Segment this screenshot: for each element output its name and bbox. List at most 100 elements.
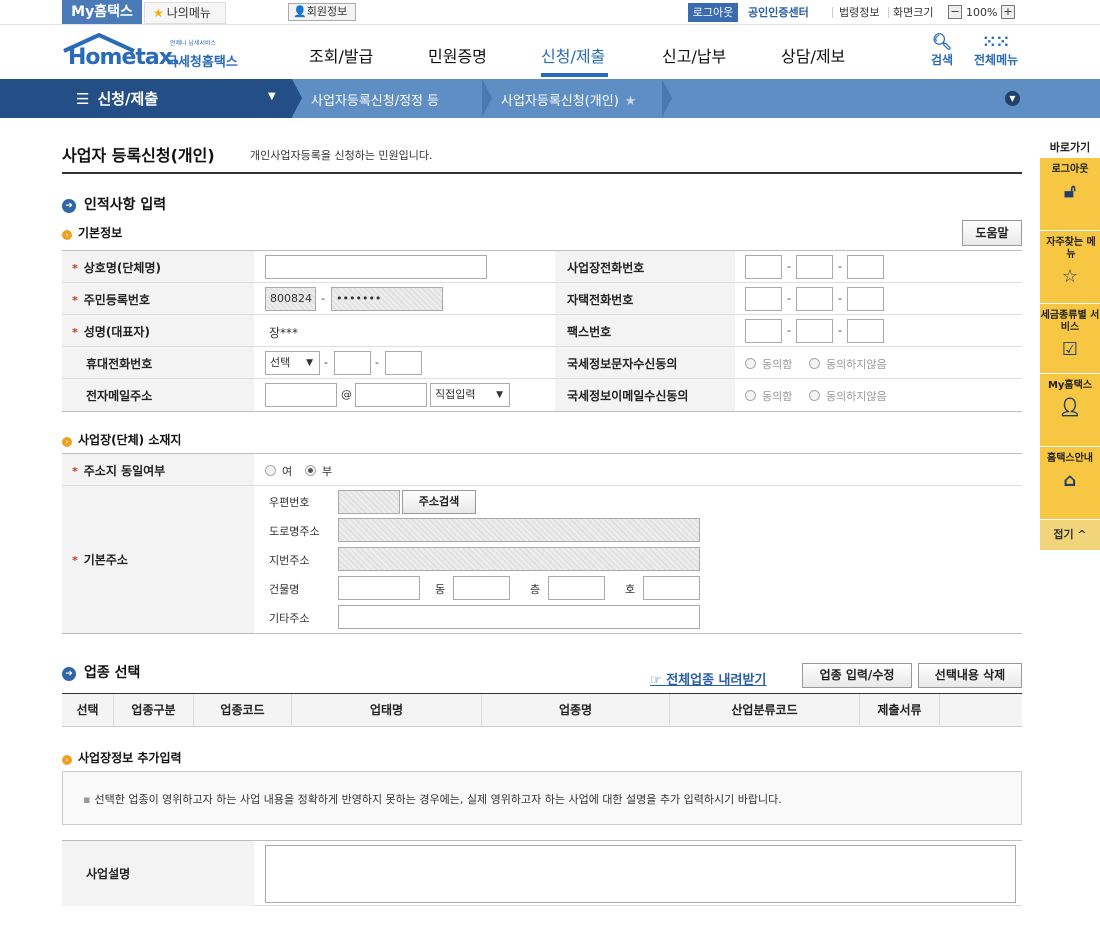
label-column [62, 454, 254, 633]
section-category: ➜ 업종 선택 [62, 662, 140, 682]
gnb-application[interactable]: 신청/제출 [541, 43, 605, 67]
floor-input[interactable] [548, 576, 605, 600]
home-tel-3[interactable] [847, 287, 884, 311]
search-button[interactable]: 🔍︎ 검색 [931, 33, 953, 68]
dash: - [838, 292, 842, 305]
etc-address-input[interactable] [338, 605, 700, 629]
dash: - [787, 292, 791, 305]
fax-3[interactable] [847, 319, 884, 343]
row-divider [62, 485, 1022, 486]
lot-address-label: 지번주소 [269, 554, 310, 567]
user-icon: 👤︎ [1058, 397, 1082, 418]
my-menu-tab[interactable]: ★ 나의메뉴 [144, 2, 226, 24]
site-header: 언제나 납세서비스 Hometax. 국세청홈택스 조회/발급 민원증명 신청/… [0, 25, 1100, 79]
fax-1[interactable] [745, 319, 782, 343]
gnb-filing[interactable]: 신고/납부 [662, 43, 726, 67]
person-icon: 👤 [293, 5, 307, 18]
home-tel-2[interactable] [796, 287, 833, 311]
help-button[interactable]: 도움말 [962, 220, 1022, 246]
member-info-button[interactable]: 👤회원정보 [288, 3, 356, 21]
biz-tel-2[interactable] [796, 255, 833, 279]
section-personal: ➜ 인적사항 입력 [62, 194, 166, 214]
separator [832, 7, 833, 18]
zoom-in-button[interactable]: + [1001, 5, 1015, 19]
business-description-textarea[interactable] [265, 845, 1016, 903]
arrow-dot-icon: › [62, 755, 72, 765]
road-address-field [338, 518, 700, 542]
my-hometax-tab[interactable]: My홈택스 [62, 0, 142, 24]
dash: - [321, 292, 325, 305]
search-icon: 🔍︎ [931, 32, 953, 51]
gnb-certificates[interactable]: 민원증명 [428, 43, 487, 67]
gnb-inquiry[interactable]: 조회/발급 [309, 43, 373, 67]
fax-2[interactable] [796, 319, 833, 343]
address-search-button[interactable]: 주소검색 [402, 490, 476, 514]
email-disagree-radio[interactable] [809, 390, 820, 401]
unlock-icon: 🔓︎ [1064, 181, 1076, 202]
fold-button[interactable]: 접기 ^ [1040, 520, 1100, 550]
company-name-input[interactable] [265, 255, 487, 279]
logout-button[interactable]: 로그아웃 [688, 3, 738, 22]
sms-agree-label: 국세정보문자수신동의 [567, 357, 678, 371]
same-yes-text: 여 [282, 465, 293, 478]
my-menu-label: 나의메뉴 [166, 6, 211, 20]
address-table: * 주소지 동일여부 여 부 * 기본주소 우편번호 주소검색 도로명주소 지번주소… [62, 453, 1022, 634]
download-all-categories-link[interactable]: ☞ 전체업종 내려받기 [650, 669, 766, 688]
row-divider [62, 411, 1022, 412]
email-id-input[interactable] [265, 383, 337, 407]
gnb-consult[interactable]: 상담/제보 [781, 43, 845, 67]
same-no-radio[interactable] [305, 465, 316, 476]
caret-down-icon: ▼ [306, 358, 313, 368]
ho-input[interactable] [643, 576, 700, 600]
breadcrumb-1[interactable]: 사업자등록신청/정정 등 [311, 90, 439, 109]
email-domain-input[interactable] [355, 383, 427, 407]
hometax-logo[interactable]: 언제나 납세서비스 Hometax. 국세청홈택스 [62, 31, 252, 75]
email-agree-radio[interactable] [745, 390, 756, 401]
location-root[interactable]: ☰ 신청/제출 ▼ [0, 79, 292, 118]
col-category-name: 업종명 [482, 694, 670, 727]
dong-input[interactable] [453, 576, 510, 600]
quick-hometax-guide[interactable]: 홈택스안내 ⌂ [1040, 447, 1100, 520]
favorite-star-icon[interactable]: ★ [625, 94, 637, 109]
mobile-2[interactable] [334, 351, 371, 375]
delete-selection-button[interactable]: 선택내용 삭제 [918, 663, 1022, 688]
email-domain-select[interactable]: 직접입력 ▼ [430, 383, 510, 407]
top-utility-bar: My홈택스 ★ 나의메뉴 👤회원정보 로그아웃 공인인증센터 법령정보 화면크기 … [0, 0, 1100, 25]
sms-agree-text: 동의함 [762, 358, 793, 371]
biz-tel-1[interactable] [745, 255, 782, 279]
dash: - [787, 324, 791, 337]
col-industry-code: 산업분류코드 [670, 694, 860, 727]
road-address-label: 도로명주소 [269, 525, 320, 538]
quick-favorites[interactable]: 자주찾는 메뉴 ☆ [1040, 231, 1100, 304]
caret-down-icon: ▼ [496, 390, 503, 400]
category-edit-button[interactable]: 업종 입력/수정 [802, 663, 912, 688]
representative-name: 장*** [269, 326, 299, 340]
subsection-address: › 사업장(단체) 소재지 [62, 431, 181, 448]
breadcrumb-2[interactable]: 사업자등록신청(개인) ★ [501, 90, 636, 109]
zoom-out-button[interactable]: − [948, 5, 962, 19]
building-label: 건물명 [269, 583, 300, 596]
building-input[interactable] [338, 576, 420, 600]
grid-icon: ⁙⁙ [982, 32, 1010, 51]
mobile-prefix-select[interactable]: 선택 ▼ [265, 351, 320, 375]
expand-chevron-icon[interactable]: ▼ [1005, 91, 1020, 106]
home-tel-1[interactable] [745, 287, 782, 311]
biz-tel-3[interactable] [847, 255, 884, 279]
zoom-level: 100% [966, 6, 998, 19]
cert-center-link[interactable]: 공인인증센터 [748, 3, 809, 22]
subsection-basic: › 기본정보 [62, 224, 122, 241]
arrow-bullet-icon: ➜ [62, 199, 76, 213]
quick-tax-service[interactable]: 세금종류별 서비스 ☑ [1040, 304, 1100, 374]
all-menu-button[interactable]: ⁙⁙ 전체메뉴 [974, 33, 1018, 68]
same-yes-radio[interactable] [265, 465, 276, 476]
same-address-label: * 주소지 동일여부 [72, 464, 166, 478]
email-agree-label: 국세정보이메일수신동의 [567, 389, 689, 403]
mobile-3[interactable] [385, 351, 422, 375]
quick-my-hometax[interactable]: My홈택스 👤︎ [1040, 374, 1100, 447]
sms-agree-radio[interactable] [745, 358, 756, 369]
quick-logout[interactable]: 로그아웃 🔓︎ [1040, 158, 1100, 231]
dash: - [838, 260, 842, 273]
sms-disagree-radio[interactable] [809, 358, 820, 369]
mobile-label: 휴대전화번호 [86, 357, 153, 371]
law-info-link[interactable]: 법령정보 [839, 3, 879, 22]
